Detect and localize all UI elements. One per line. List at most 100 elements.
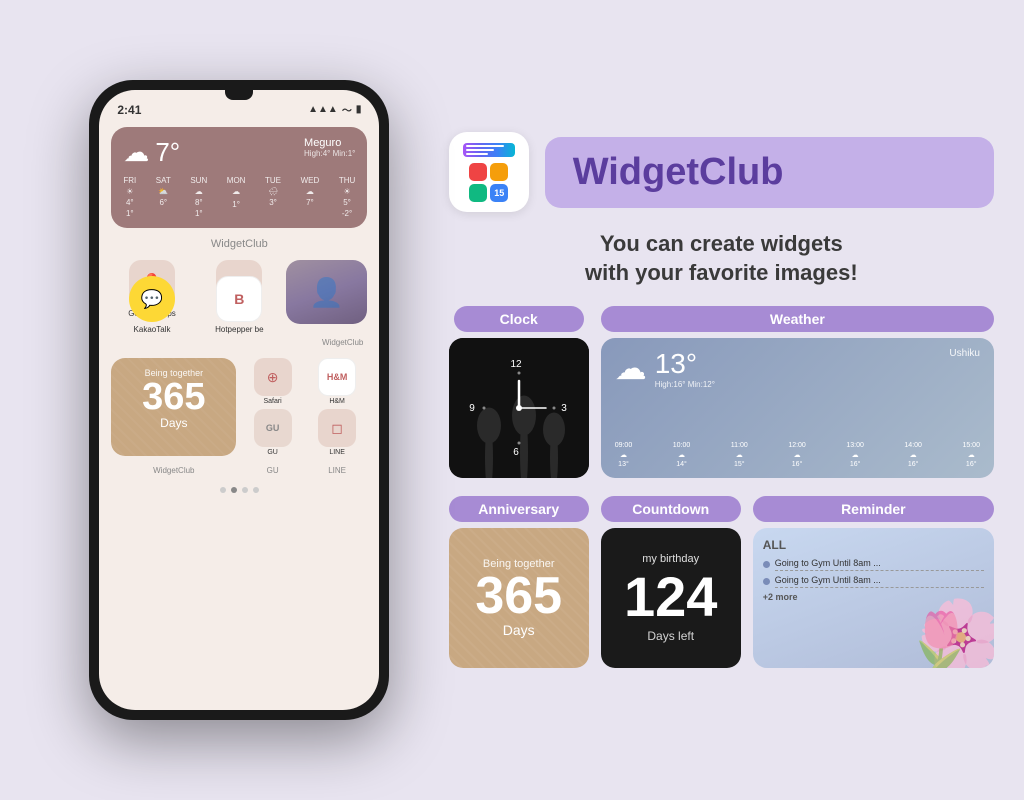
weather-temp-display: ☁ 7°	[123, 137, 180, 168]
anniversary-category: Anniversary Being together 365 Days	[449, 496, 589, 668]
app-header: 15 WidgetClub	[449, 132, 994, 212]
hour-1300: 13:00☁16°	[846, 442, 864, 468]
weather-temp-group: 13° High:16° Min:12°	[655, 348, 715, 389]
hotpepper-icon: B	[216, 276, 262, 322]
app-hm[interactable]: H&M H&M	[307, 358, 368, 405]
safari-icon: ⊕	[254, 358, 292, 396]
clock-category: Clock 12 9 3	[449, 306, 589, 478]
hm-icon: H&M	[318, 358, 356, 396]
app-hotpepper[interactable]: B Hotpepper be	[199, 276, 280, 334]
anniversary-widget-phone: Being together 365 Days	[111, 358, 236, 456]
hour-1500: 15:00☁16°	[962, 442, 980, 468]
weather-day-tue: TUE 🌧 3°	[265, 176, 281, 218]
ann-days-phone: Days	[121, 416, 226, 430]
logo-green-dot	[469, 184, 487, 202]
app-title: WidgetClub	[573, 151, 966, 194]
wifi-icon: 〜	[342, 102, 352, 117]
line-icon: ◻	[318, 409, 356, 447]
reminder-text-1: Going to Gym Until 8am ...	[775, 558, 984, 571]
reminder-item-1: Going to Gym Until 8am ...	[763, 558, 984, 571]
weather-top: ☁ 7° Meguro High:4° Min:1°	[123, 137, 355, 168]
weather-day-thu: THU ☀ 5° -2°	[339, 176, 355, 218]
app-safari[interactable]: ⊕ Safari	[242, 358, 303, 405]
hour-1400: 14:00☁16°	[904, 442, 922, 468]
weather-day-mon: MON ☁ 1°	[227, 176, 246, 218]
countdown-category: Countdown my birthday 124 Days left	[601, 496, 741, 668]
dot-4	[253, 487, 259, 493]
row1-widgets: Clock 12 9 3	[449, 306, 994, 478]
line-label: LINE	[329, 449, 345, 456]
svg-text:3: 3	[561, 403, 567, 414]
logo-yellow-dot	[490, 163, 508, 181]
logo-15: 15	[490, 184, 508, 202]
ann-number-phone: 365	[121, 378, 226, 416]
phone-screen: 2:41 ▲▲▲ 〜 ▮ ☁ 7° Meguro	[99, 90, 379, 710]
app-title-area: WidgetClub	[545, 137, 994, 208]
svg-text:9: 9	[469, 403, 475, 414]
reminder-content: ALL Going to Gym Until 8am ... Going to …	[753, 528, 994, 612]
reminder-more-label: +2 more	[763, 592, 984, 602]
phone-notch	[225, 90, 253, 100]
weather-widget-phone: ☁ 7° Meguro High:4° Min:1° FRI ☀ 4°	[111, 127, 367, 228]
line-bottom-label: LINE	[307, 466, 368, 475]
dot-1	[220, 487, 226, 493]
svg-text:6: 6	[513, 447, 519, 458]
bottom-widgets-row: Being together 365 Days ⊕ Safari H&M H&M	[111, 358, 367, 456]
cd-subtitle: Days left	[647, 629, 694, 643]
weather-preview-left: ☁ 13° High:16° Min:12°	[615, 348, 715, 389]
signal-icon: ▲▲▲	[308, 104, 338, 115]
weather-preview-highlow: High:16° Min:12°	[655, 380, 715, 389]
phone-content: ☁ 7° Meguro High:4° Min:1° FRI ☀ 4°	[99, 121, 379, 481]
svg-text:12: 12	[510, 359, 522, 370]
phone-device: 2:41 ▲▲▲ 〜 ▮ ☁ 7° Meguro	[89, 80, 389, 720]
hour-0900: 09:00☁13°	[615, 442, 633, 468]
gu-icon: GU	[254, 409, 292, 447]
flower-decoration-2: 🌷	[903, 605, 977, 668]
reminder-widget-preview: 🌸 🌷 ALL Going to Gym Until 8am ... Going…	[753, 528, 994, 668]
app-icons-row2: 💬 KakaoTalk B Hotpepper be	[111, 276, 367, 334]
logo-line-3	[466, 153, 488, 155]
weather-cloud-big: ☁	[615, 349, 647, 387]
weather-day-sat: SAT ⛅ 6°	[156, 176, 171, 218]
ann-days-preview: Days	[503, 622, 535, 638]
reminder-category: Reminder 🌸 🌷 ALL Going to Gym Until 8am …	[753, 496, 994, 668]
weather-location-area: Meguro High:4° Min:1°	[304, 137, 355, 158]
weather-preview-top: ☁ 13° High:16° Min:12° Ushiku	[615, 348, 980, 389]
status-icons: ▲▲▲ 〜 ▮	[308, 102, 361, 117]
app-kakao[interactable]: 💬 KakaoTalk	[111, 276, 192, 334]
reminder-badge: Reminder	[753, 496, 994, 522]
clock-time: 2:41	[117, 103, 141, 117]
app-tagline: You can create widgets with your favorit…	[449, 230, 994, 287]
weather-days-row: FRI ☀ 4° 1° SAT ⛅ 6° SUN	[123, 176, 355, 218]
widgetclub-icon-label: WidgetClub	[111, 332, 367, 350]
weather-location-phone: Meguro	[304, 137, 355, 149]
anniversary-badge: Anniversary	[449, 496, 589, 522]
spacer	[286, 276, 346, 334]
hour-1100: 11:00☁15°	[731, 442, 748, 468]
app-gu[interactable]: GU GU	[242, 409, 303, 456]
gu-label: GU	[267, 449, 278, 456]
logo-top-bar	[463, 143, 515, 157]
page-dots	[99, 487, 379, 493]
app-line[interactable]: ◻ LINE	[307, 409, 368, 456]
widget-club-label-mid: WidgetClub	[111, 238, 367, 250]
reminder-dot-1	[763, 561, 770, 568]
bottom-labels: WidgetClub GU LINE	[111, 466, 367, 475]
cd-title: my birthday	[642, 553, 699, 565]
dot-3	[242, 487, 248, 493]
weather-day-fri: FRI ☀ 4° 1°	[123, 176, 136, 218]
clock-badge: Clock	[454, 306, 584, 332]
dot-2	[231, 487, 237, 493]
weather-widget-preview: ☁ 13° High:16° Min:12° Ushiku 09:00☁13° …	[601, 338, 994, 478]
weather-preview-location: Ushiku	[949, 348, 980, 359]
app-logo: 15	[449, 132, 529, 212]
safari-label: Safari	[263, 398, 281, 405]
weather-preview-temp: 13°	[655, 348, 715, 380]
reminder-dot-2	[763, 578, 770, 585]
clock-face-svg: 12 9 3 6	[464, 353, 574, 463]
ann-365-preview: 365	[475, 570, 562, 622]
phone-section: 2:41 ▲▲▲ 〜 ▮ ☁ 7° Meguro	[30, 20, 449, 780]
weather-hours-row: 09:00☁13° 10:00☁14° 11:00☁15° 12:00☁16° …	[615, 442, 980, 468]
logo-lines	[466, 145, 504, 155]
weather-day-sun: SUN ☁ 8° 1°	[190, 176, 207, 218]
